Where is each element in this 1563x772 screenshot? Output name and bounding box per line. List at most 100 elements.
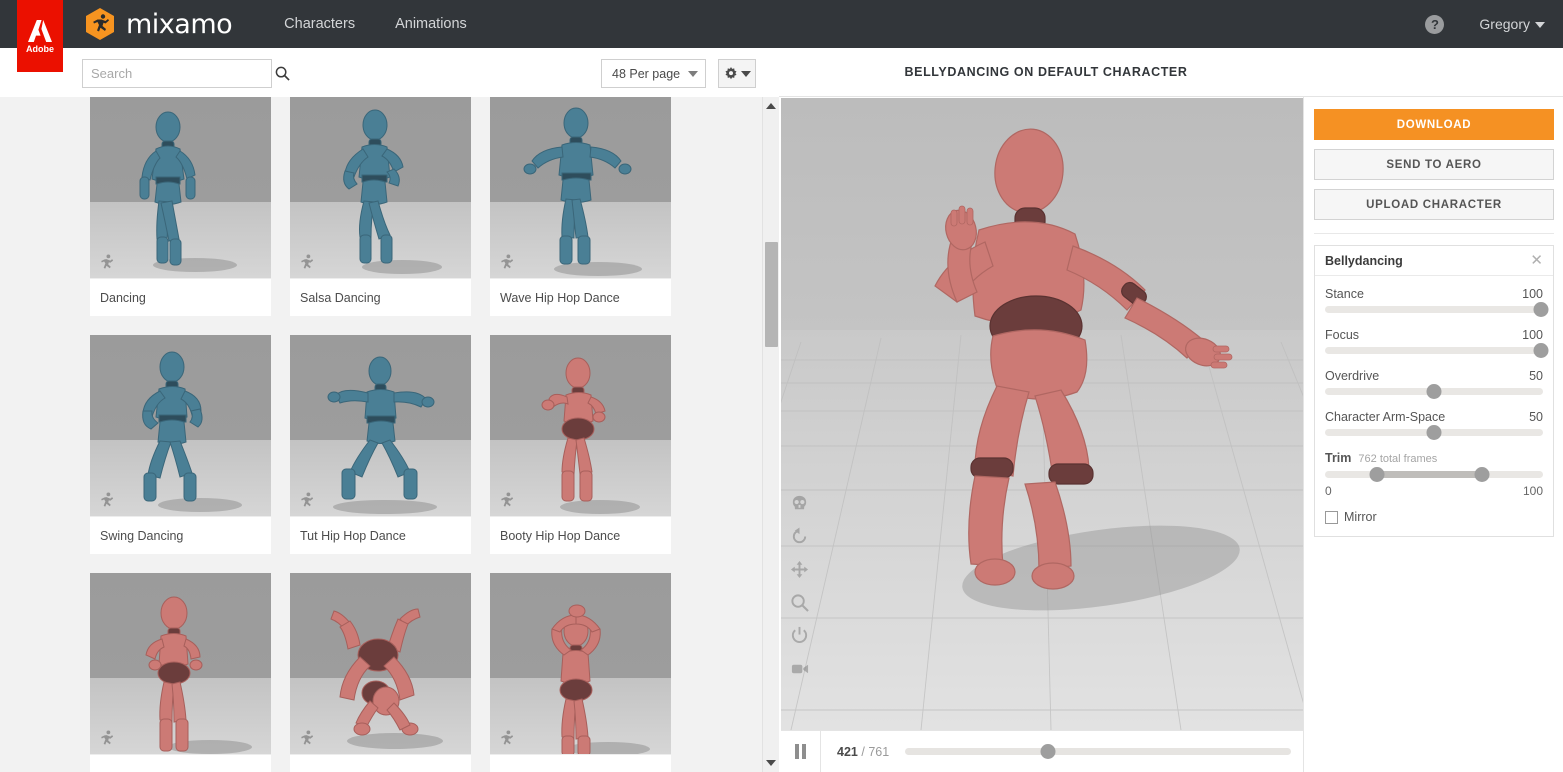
animation-thumbnail[interactable] (490, 573, 671, 754)
playback-scrubber-handle[interactable] (1040, 744, 1056, 759)
slider-stance-track[interactable] (1325, 302, 1549, 317)
slider-stance-handle[interactable] (1533, 302, 1549, 317)
animation-card-label: Swing Dancing (90, 516, 271, 554)
trim-slider-group: Trim 762 total frames 0 100 (1325, 451, 1543, 498)
brand-name: mixamo (126, 8, 233, 40)
zoom-icon[interactable] (790, 593, 809, 612)
chevron-down-icon (740, 70, 751, 77)
animation-thumbnail[interactable] (90, 335, 271, 516)
slider-focus-value: 100 (1522, 328, 1543, 342)
library-scrollbar[interactable] (762, 97, 779, 772)
animation-thumbnail[interactable] (90, 573, 271, 754)
trim-end-labels: 0 100 (1325, 484, 1543, 498)
animation-card[interactable]: Swing Dancing (90, 335, 271, 554)
brand-logo[interactable]: mixamo (84, 7, 233, 41)
slider-overdrive-track[interactable] (1325, 384, 1543, 399)
animation-card[interactable]: Salsa Dancing (290, 97, 471, 316)
slider-focus-label: Focus (1325, 328, 1360, 342)
chevron-down-icon (1535, 22, 1545, 29)
search-input[interactable] (83, 66, 275, 81)
animation-thumbnail[interactable] (490, 335, 671, 516)
scroll-up-arrow-icon[interactable] (766, 103, 776, 109)
animation-card-label: Wave Hip Hop Dance (490, 278, 671, 316)
scroll-down-arrow-icon[interactable] (766, 760, 776, 766)
animation-card[interactable] (90, 573, 271, 772)
animation-thumbnail[interactable] (290, 97, 471, 278)
animation-card[interactable]: Wave Hip Hop Dance (490, 97, 671, 316)
slider-focus-handle[interactable] (1533, 343, 1549, 358)
record-video-icon[interactable] (790, 659, 809, 678)
adobe-logo[interactable]: Adobe (17, 0, 63, 72)
animation-options-panel: Bellydancing ✕ Stance 100 Focus 100 Over… (1314, 245, 1554, 537)
right-action-panel: DOWNLOAD SEND TO AERO UPLOAD CHARACTER B… (1303, 97, 1563, 772)
animation-thumbnail[interactable] (290, 335, 471, 516)
pause-icon[interactable] (781, 730, 821, 772)
animation-card[interactable] (490, 573, 671, 772)
mixamo-app: mixamo Characters Animations ? Gregory A… (0, 0, 1563, 772)
animation-thumbnail[interactable] (90, 97, 271, 278)
close-icon[interactable]: ✕ (1530, 253, 1543, 268)
animation-card[interactable] (290, 573, 471, 772)
trim-end-handle[interactable] (1474, 467, 1490, 482)
search-box[interactable] (82, 59, 290, 88)
power-icon[interactable] (790, 626, 809, 645)
pan-move-icon[interactable] (790, 560, 809, 579)
skeleton-icon[interactable] (790, 494, 809, 513)
playback-bar: 421 / 761 (781, 730, 1303, 772)
slider-stance: Stance 100 (1325, 287, 1549, 317)
slider-character-arm-space-label: Character Arm-Space (1325, 410, 1446, 424)
trim-start-handle[interactable] (1369, 467, 1385, 482)
scrollbar-thumb[interactable] (765, 242, 778, 347)
gear-icon (724, 66, 737, 79)
character-pose-swing (142, 351, 242, 512)
user-menu[interactable]: Gregory (1479, 16, 1545, 32)
animation-card[interactable]: Dancing (90, 97, 271, 316)
reset-rotation-icon[interactable] (790, 527, 809, 546)
character-model-bellydancing (934, 128, 1240, 611)
slider-overdrive-head: Overdrive 50 (1325, 369, 1543, 383)
nav-link-characters[interactable]: Characters (284, 16, 355, 32)
animation-library-panel: Dancing Salsa Dancing Wave Hip Hop Dance… (0, 97, 779, 772)
per-page-label: 48 Per page (612, 66, 681, 81)
send-to-aero-button[interactable]: SEND TO AERO (1314, 149, 1554, 180)
3d-viewport[interactable] (781, 98, 1303, 730)
animation-thumbnail[interactable] (490, 97, 671, 278)
mirror-checkbox-row[interactable]: Mirror (1325, 510, 1543, 524)
trim-total-frames: 762 total frames (1358, 453, 1438, 465)
slider-character-arm-space-track[interactable] (1325, 425, 1543, 440)
help-question-icon[interactable]: ? (1425, 14, 1445, 34)
animation-card[interactable]: Booty Hip Hop Dance (490, 335, 671, 554)
running-person-icon (301, 492, 314, 507)
trim-head: Trim 762 total frames (1325, 451, 1543, 465)
slider-character-arm-space-handle[interactable] (1426, 425, 1442, 440)
upload-character-button[interactable]: UPLOAD CHARACTER (1314, 189, 1554, 220)
animation-options-header: Bellydancing ✕ (1315, 246, 1553, 276)
frame-separator: / (861, 744, 865, 759)
download-button[interactable]: DOWNLOAD (1314, 109, 1554, 140)
panel-divider (1314, 233, 1554, 234)
animation-card-label: Dancing (90, 278, 271, 316)
slider-overdrive-handle[interactable] (1426, 384, 1442, 399)
animation-card-label: Salsa Dancing (290, 278, 471, 316)
search-icon[interactable] (275, 60, 290, 87)
running-person-icon (301, 730, 314, 745)
mixamo-runner-hex-icon (84, 7, 116, 41)
nav-link-animations[interactable]: Animations (395, 16, 467, 32)
playback-scrubber[interactable] (905, 744, 1291, 759)
per-page-select[interactable]: 48 Per page (601, 59, 706, 88)
animation-options-title: Bellydancing (1325, 253, 1403, 268)
running-person-icon (501, 492, 514, 507)
viewer-header: BELLYDANCING ON DEFAULT CHARACTER (779, 48, 1563, 97)
user-name-label: Gregory (1479, 16, 1530, 32)
animation-card-label (290, 754, 471, 772)
slider-focus-track[interactable] (1325, 343, 1549, 358)
animation-card[interactable]: Tut Hip Hop Dance (290, 335, 471, 554)
slider-stance-value: 100 (1522, 287, 1543, 301)
trim-track[interactable] (1325, 467, 1543, 482)
mirror-checkbox[interactable] (1325, 510, 1338, 524)
settings-gear-button[interactable] (718, 59, 756, 88)
pause-bar-left (795, 744, 799, 759)
character-pose-arms-up (551, 604, 650, 754)
character-pose-dancing (139, 111, 237, 272)
animation-thumbnail[interactable] (290, 573, 471, 754)
